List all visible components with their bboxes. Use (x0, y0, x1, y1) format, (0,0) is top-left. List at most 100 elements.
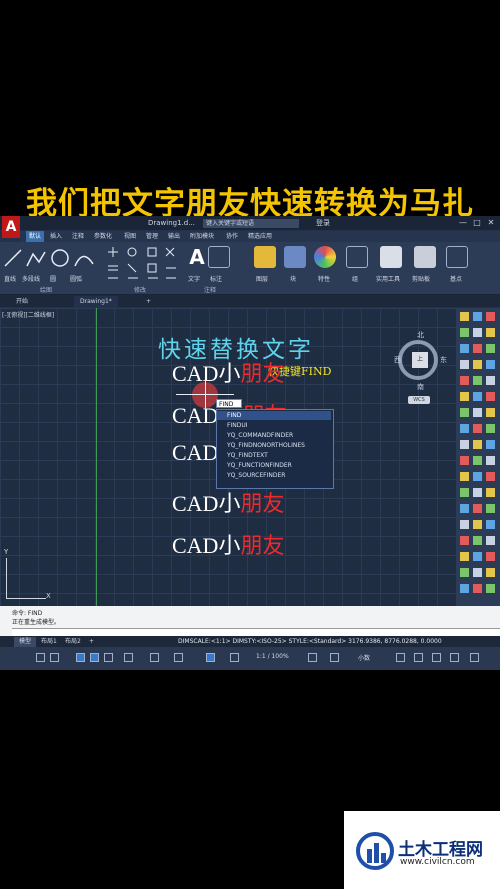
basepoint-icon[interactable] (446, 246, 468, 268)
properties-button-label[interactable]: 特性 (318, 274, 330, 283)
tab-annotate[interactable]: 注释 (72, 231, 84, 242)
layer-button-label[interactable]: 图层 (256, 274, 268, 283)
autocad-window: Drawing1.d... 键入关键字或短语 登录 — □ ✕ A 默认 插入 … (0, 216, 500, 670)
wcs-menu[interactable]: WCS (408, 396, 430, 404)
autocomplete-item[interactable]: YQ_COMMANDFINDER (217, 431, 331, 440)
command-autocomplete-list: FIND FINDUI YQ_COMMANDFINDER YQ_FINDNONO… (216, 409, 334, 489)
selection-cycling-icon[interactable] (206, 653, 215, 662)
grid-toggle-icon[interactable] (36, 653, 45, 662)
modify-group-label[interactable]: 修改 (134, 285, 146, 294)
lineweight-toggle-icon[interactable] (150, 653, 159, 662)
autocomplete-item[interactable]: YQ_FINDNONORTHOLINES (217, 441, 331, 450)
annotation-scale[interactable]: 1:1 / 100% (256, 653, 289, 660)
autocomplete-item[interactable]: FIND (217, 411, 331, 420)
layer-icon[interactable] (254, 246, 276, 268)
text-row-4[interactable]: CAD小朋友 (172, 486, 284, 518)
ortho-toggle-icon[interactable] (76, 653, 85, 662)
autocomplete-item[interactable]: YQ_FUNCTIONFINDER (217, 461, 331, 470)
osnap-toggle-icon[interactable] (104, 653, 113, 662)
text-row-1[interactable]: CAD小朋友 (172, 356, 284, 388)
polar-toggle-icon[interactable] (90, 653, 99, 662)
palette-icons[interactable] (458, 310, 498, 602)
document-title: Drawing1.d... (148, 219, 195, 227)
autocomplete-item[interactable]: YQ_FINDTEXT (217, 451, 331, 460)
login-link[interactable]: 登录 (316, 218, 330, 228)
basepoint-button-label[interactable]: 基点 (450, 274, 462, 283)
autocomplete-item[interactable]: YQ_SOURCEFINDER (217, 471, 331, 480)
close-button[interactable]: ✕ (486, 218, 496, 228)
clipboard-button-label[interactable]: 剪贴板 (412, 274, 430, 283)
viewport-controls[interactable]: [-][俯视][二维线框] (2, 310, 54, 319)
tab-featured-apps[interactable]: 精选应用 (248, 231, 272, 242)
drawing-canvas[interactable]: [-][俯视][二维线框] 快速替换文字 快捷键FIND CAD小朋友 CAD朋… (0, 308, 456, 606)
properties-icon[interactable] (314, 246, 336, 268)
snap-toggle-icon[interactable] (50, 653, 59, 662)
tab-view[interactable]: 视图 (124, 231, 136, 242)
utilities-icon[interactable] (380, 246, 402, 268)
tab-layout1[interactable]: 布局1 (36, 637, 62, 647)
viewcube-top-face[interactable]: 上 (412, 352, 428, 368)
dynamic-input[interactable]: FIND (216, 399, 242, 408)
viewcube-south[interactable]: 南 (417, 382, 424, 392)
autocomplete-item[interactable]: FINDUI (217, 421, 331, 430)
units-dropdown[interactable]: 小数 (358, 653, 370, 662)
block-icon[interactable] (284, 246, 306, 268)
tab-collaborate[interactable]: 协作 (226, 231, 238, 242)
command-window[interactable]: 命令: FIND 正在重生成模型。 (0, 606, 500, 637)
tab-start[interactable]: 开始 (10, 296, 34, 307)
viewcube-east[interactable]: 东 (440, 355, 447, 365)
viewcube-north[interactable]: 北 (417, 330, 424, 340)
tab-drawing1[interactable]: Drawing1* (74, 296, 118, 307)
line-tool-label[interactable]: 直线 (4, 274, 16, 283)
annotate-group-label[interactable]: 注释 (204, 285, 216, 294)
dimension-status: DIMSCALE:<1:1> DIMSTY:<ISO-25> STYLE:<St… (178, 638, 442, 645)
search-input[interactable]: 键入关键字或短语 (203, 219, 299, 228)
group-icon[interactable] (346, 246, 368, 268)
tab-manage[interactable]: 管理 (146, 231, 158, 242)
polyline-tool-label[interactable]: 多段线 (22, 274, 40, 283)
annotation-monitor-icon[interactable] (330, 653, 339, 662)
circle-tool-label[interactable]: 圆 (50, 274, 56, 283)
quick-properties-icon[interactable] (396, 653, 405, 662)
tab-output[interactable]: 输出 (168, 231, 180, 242)
arc-tool-label[interactable]: 圆弧 (70, 274, 82, 283)
text-row-5[interactable]: CAD小朋友 (172, 528, 284, 560)
dimension-icon[interactable] (208, 246, 230, 268)
viewcube-west[interactable]: 西 (394, 355, 401, 365)
civilcn-logo-icon (356, 832, 394, 870)
tab-layout2[interactable]: 布局2 (60, 637, 86, 647)
autocad-logo-icon[interactable]: A (2, 216, 20, 238)
watermark-url: www.civilcn.com (400, 857, 475, 867)
new-tab-button[interactable]: + (140, 296, 157, 307)
minimize-button[interactable]: — (458, 218, 468, 228)
new-layout-button[interactable]: + (84, 637, 99, 647)
hardware-accel-icon[interactable] (432, 653, 441, 662)
tool-palette (456, 308, 500, 606)
annotation-icon[interactable] (230, 653, 239, 662)
block-button-label[interactable]: 块 (290, 274, 296, 283)
dimension-button-label[interactable]: 标注 (210, 274, 222, 283)
workspace-gear-icon[interactable] (308, 653, 317, 662)
otrack-toggle-icon[interactable] (124, 653, 133, 662)
tab-default[interactable]: 默认 (26, 231, 45, 242)
text-button-label[interactable]: 文字 (188, 274, 200, 283)
modify-tools-icons[interactable] (104, 246, 182, 282)
maximize-button[interactable]: □ (472, 218, 482, 228)
tab-insert[interactable]: 插入 (50, 231, 62, 242)
group-button-label[interactable]: 组 (352, 274, 358, 283)
customize-icon[interactable] (470, 653, 479, 662)
draw-group-label[interactable]: 绘图 (40, 285, 52, 294)
file-tabs: 开始 Drawing1* + (0, 295, 500, 307)
text-icon[interactable]: A (186, 246, 208, 268)
transparency-toggle-icon[interactable] (174, 653, 183, 662)
tab-addins[interactable]: 附加模块 (190, 231, 214, 242)
clipboard-icon[interactable] (414, 246, 436, 268)
tab-parametric[interactable]: 参数化 (94, 231, 112, 242)
isolate-icon[interactable] (414, 653, 423, 662)
tab-model[interactable]: 模型 (14, 637, 37, 647)
utilities-button-label[interactable]: 实用工具 (376, 274, 400, 283)
text-black: CAD小 (172, 491, 241, 516)
text-red: 朋友 (240, 361, 285, 386)
text-row-3[interactable]: CAD (172, 440, 218, 466)
clean-screen-icon[interactable] (450, 653, 459, 662)
